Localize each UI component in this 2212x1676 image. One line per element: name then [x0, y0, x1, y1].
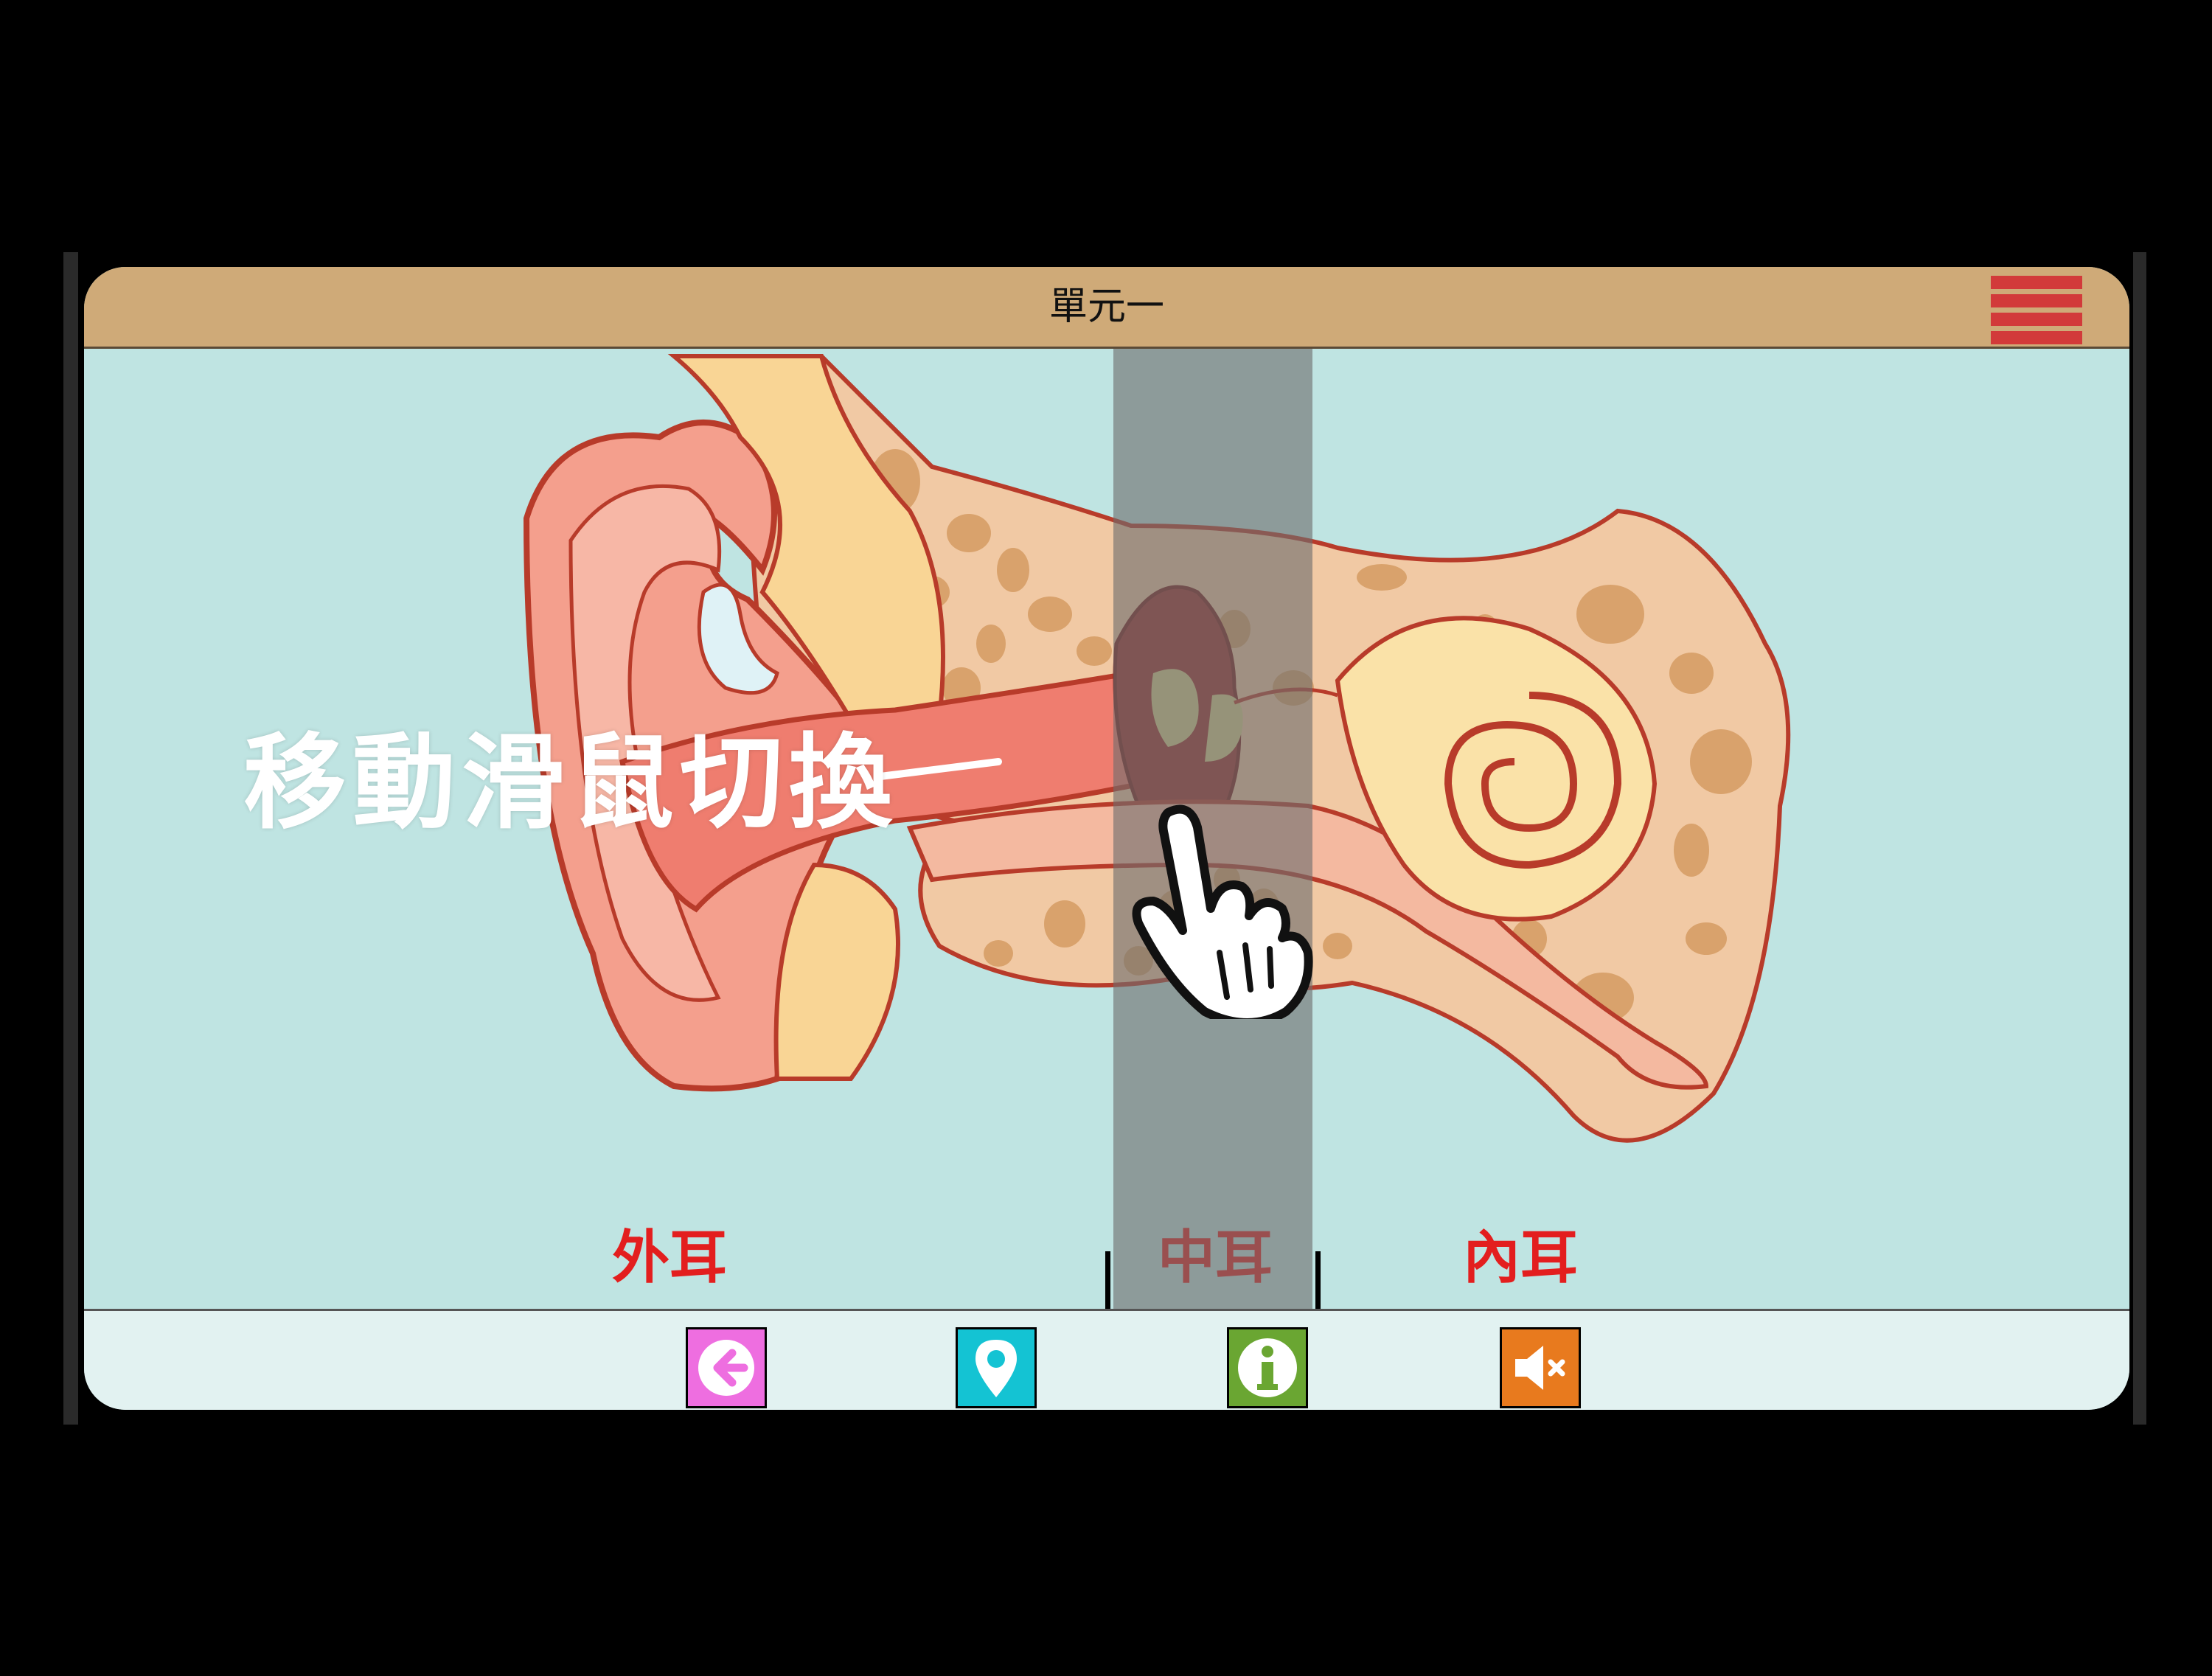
back-arrow-icon — [698, 1340, 754, 1396]
info-icon — [1238, 1338, 1297, 1397]
region-divider-right — [1315, 1251, 1321, 1309]
mute-button[interactable] — [1500, 1327, 1581, 1408]
region-divider-left — [1105, 1251, 1110, 1309]
info-button[interactable] — [1227, 1327, 1308, 1408]
title-bar: 單元一 — [84, 267, 2129, 349]
frame-edge-left — [63, 252, 78, 1425]
bottom-toolbar — [84, 1309, 2129, 1410]
hamburger-menu-icon[interactable] — [1991, 276, 2082, 345]
back-button[interactable] — [686, 1327, 767, 1408]
app-screen: 單元一 移動滑鼠切換 外耳 內耳 — [84, 267, 2129, 1410]
mute-icon — [1515, 1346, 1565, 1390]
page-title: 單元一 — [1048, 285, 1164, 329]
ear-diagram-area: 移動滑鼠切換 外耳 中耳 內耳 — [84, 349, 2129, 1309]
label-outer-ear: 外耳 — [612, 1225, 728, 1291]
frame-edge-right — [2133, 252, 2146, 1425]
hand-pointer-icon — [1132, 804, 1313, 1019]
location-button[interactable] — [956, 1327, 1037, 1408]
instruction-text: 移動滑鼠切換 — [243, 723, 899, 844]
map-pin-icon — [975, 1340, 1017, 1397]
label-inner-ear: 內耳 — [1463, 1225, 1579, 1291]
